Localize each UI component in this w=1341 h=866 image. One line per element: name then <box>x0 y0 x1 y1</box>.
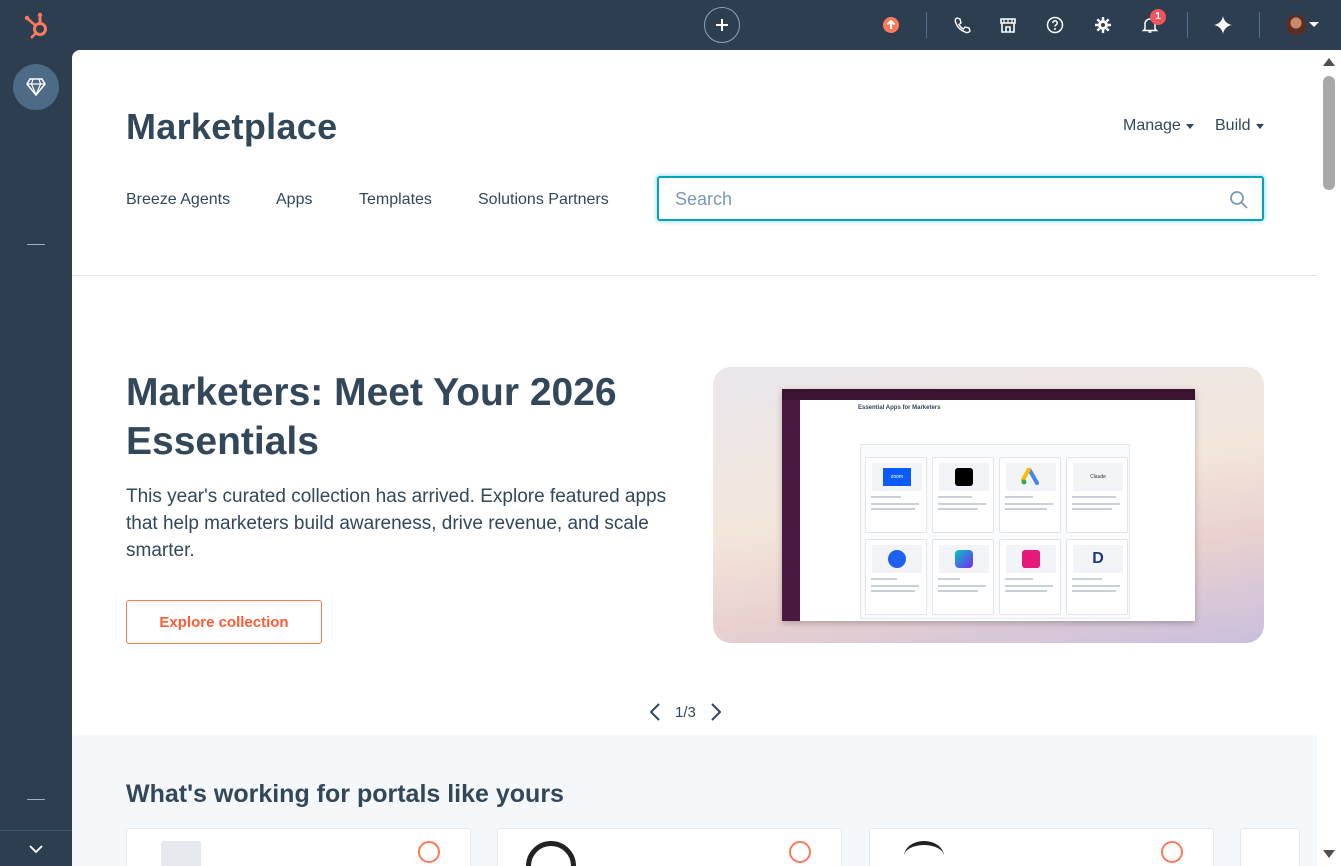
separator <box>1187 12 1188 38</box>
scroll-thumb[interactable] <box>1323 76 1335 190</box>
search-box <box>657 176 1264 221</box>
separator <box>1259 12 1260 38</box>
tab-solutions-partners[interactable]: Solutions Partners <box>478 191 609 209</box>
page-scrollbar[interactable] <box>1317 50 1341 866</box>
manage-menu[interactable]: Manage <box>1123 117 1194 135</box>
user-avatar[interactable] <box>1286 15 1306 35</box>
settings-icon[interactable] <box>1091 13 1115 37</box>
sparkle-icon[interactable] <box>1211 13 1235 37</box>
mockup-app-logo <box>939 545 989 573</box>
build-menu[interactable]: Build <box>1215 117 1264 135</box>
section-title: What's working for portals like yours <box>126 780 564 808</box>
sidebar-divider <box>27 799 45 800</box>
gem-icon <box>26 78 46 96</box>
mockup-heading: Essential Apps for Marketers <box>858 405 941 411</box>
recommendation-card[interactable] <box>497 828 842 866</box>
mockup-app-card <box>932 457 994 533</box>
hero-image: Essential Apps for Marketers zoom Claude… <box>713 367 1264 643</box>
mockup-app-grid: zoom Claude D <box>860 444 1130 619</box>
explore-collection-button[interactable]: Explore collection <box>126 600 322 644</box>
help-icon[interactable] <box>1043 13 1067 37</box>
recommendation-card[interactable] <box>869 828 1214 866</box>
mockup-app-card: D <box>1066 539 1128 615</box>
tab-breeze-agents[interactable]: Breeze Agents <box>126 191 230 209</box>
hubspot-badge-icon <box>789 841 811 863</box>
left-sidebar <box>0 50 72 866</box>
mockup-app-logo: Claude <box>1073 463 1123 491</box>
upgrade-icon[interactable] <box>879 13 903 37</box>
recommendation-card[interactable] <box>1240 828 1300 866</box>
hubspot-badge-icon <box>1161 841 1183 863</box>
app-logo <box>904 841 944 866</box>
carousel-next-button[interactable] <box>708 702 724 722</box>
chevron-down-icon <box>1255 123 1264 129</box>
sidebar-expand-button[interactable] <box>0 830 72 866</box>
chevron-left-icon <box>650 703 660 721</box>
mockup-app-card: zoom <box>865 457 927 533</box>
create-plus-button[interactable] <box>704 7 740 43</box>
chevron-down-icon[interactable] <box>1309 22 1319 27</box>
app-logo <box>161 841 201 866</box>
page-title: Marketplace <box>126 106 338 147</box>
hero-title: Marketers: Meet Your 2026 Essentials <box>126 371 617 463</box>
mockup-app-logo <box>1006 545 1056 573</box>
tab-templates[interactable]: Templates <box>359 191 432 209</box>
build-menu-label: Build <box>1215 117 1251 134</box>
mockup-app-card <box>932 539 994 615</box>
carousel-prev-button[interactable] <box>647 702 663 722</box>
hero-description: This year's curated collection has arriv… <box>126 486 667 561</box>
mockup-topbar <box>782 389 1195 400</box>
sidebar-item-marketplace[interactable] <box>13 64 59 110</box>
hero-screenshot-mockup: Essential Apps for Marketers zoom Claude… <box>782 389 1195 621</box>
header-divider <box>72 275 1317 276</box>
app-logo <box>526 841 576 866</box>
notification-count-badge: 1 <box>1150 9 1166 25</box>
scroll-down-arrow[interactable] <box>1323 850 1335 858</box>
marketplace-page: Marketplace Manage Build Breeze Agents A… <box>72 50 1317 866</box>
mockup-app-logo <box>939 463 989 491</box>
recommendation-card[interactable] <box>126 828 471 866</box>
top-navigation-bar: 1 <box>0 0 1341 50</box>
search-input[interactable] <box>675 188 1215 210</box>
hubspot-logo-icon[interactable] <box>22 9 54 41</box>
plus-icon <box>716 19 728 31</box>
mockup-app-logo: D <box>1073 545 1123 573</box>
mockup-app-logo <box>1006 463 1056 491</box>
phone-icon[interactable] <box>950 13 974 37</box>
tab-apps[interactable]: Apps <box>276 191 312 209</box>
carousel-page-indicator: 1/3 <box>675 703 696 721</box>
search-icon[interactable] <box>1229 190 1249 210</box>
carousel-pager: 1/3 <box>647 702 724 722</box>
mockup-app-card <box>999 457 1061 533</box>
mockup-app-logo: zoom <box>872 463 922 491</box>
mockup-sidebar <box>782 400 800 621</box>
chevron-down-icon <box>1185 123 1194 129</box>
mockup-app-card <box>865 539 927 615</box>
recommendations-section: What's working for portals like yours <box>72 735 1317 866</box>
mockup-app-card <box>999 539 1061 615</box>
sidebar-divider <box>27 244 45 245</box>
manage-menu-label: Manage <box>1123 117 1181 134</box>
scroll-up-arrow[interactable] <box>1323 58 1335 66</box>
marketplace-icon[interactable] <box>996 13 1020 37</box>
separator <box>926 12 927 38</box>
chevron-down-icon <box>29 844 43 853</box>
mockup-app-logo <box>872 545 922 573</box>
mockup-app-card: Claude <box>1066 457 1128 533</box>
chevron-right-icon <box>711 703 721 721</box>
hubspot-badge-icon <box>418 841 440 863</box>
